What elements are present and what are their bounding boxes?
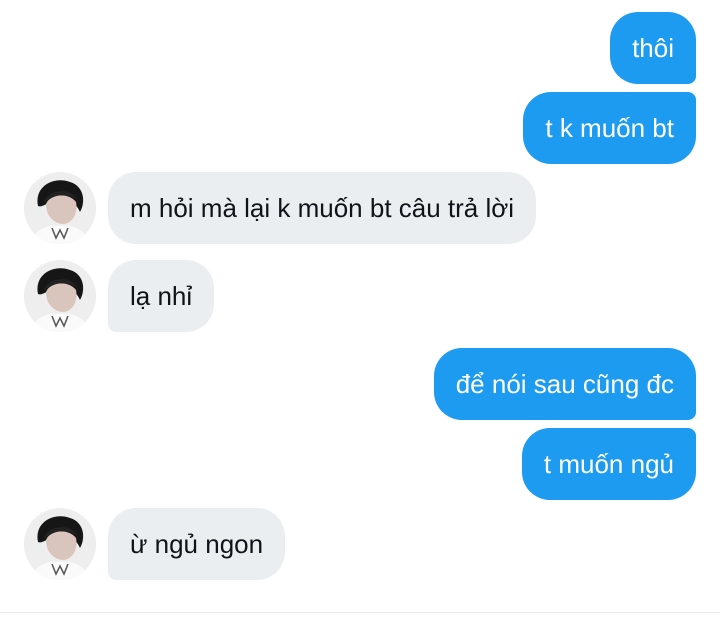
- message-text: t k muốn bt: [545, 113, 674, 143]
- message-text: ừ ngủ ngon: [130, 529, 264, 559]
- avatar-photo-icon: [24, 172, 96, 244]
- message-text: để nói sau cũng đc: [455, 369, 674, 399]
- contact-avatar[interactable]: [24, 172, 96, 244]
- message-text: lạ nhỉ: [130, 281, 193, 311]
- contact-avatar[interactable]: [24, 508, 96, 580]
- conversation-thread: thôi t k muốn bt m hỏi mà lại k muốn bt …: [0, 0, 720, 633]
- incoming-message[interactable]: ừ ngủ ngon: [108, 508, 286, 580]
- incoming-message[interactable]: lạ nhỉ: [108, 260, 215, 332]
- message-text: thôi: [632, 33, 674, 63]
- outgoing-message[interactable]: t k muốn bt: [523, 92, 696, 164]
- outgoing-message[interactable]: t muốn ngủ: [521, 428, 696, 500]
- contact-avatar[interactable]: [24, 260, 96, 332]
- outgoing-message[interactable]: để nói sau cũng đc: [433, 348, 696, 420]
- message-text: m hỏi mà lại k muốn bt câu trả lời: [130, 193, 515, 223]
- outgoing-message[interactable]: thôi: [610, 12, 696, 84]
- composer-divider: [0, 612, 720, 613]
- message-text: t muốn ngủ: [543, 449, 674, 479]
- avatar-photo-icon: [24, 508, 96, 580]
- incoming-message[interactable]: m hỏi mà lại k muốn bt câu trả lời: [108, 172, 537, 244]
- avatar-photo-icon: [24, 260, 96, 332]
